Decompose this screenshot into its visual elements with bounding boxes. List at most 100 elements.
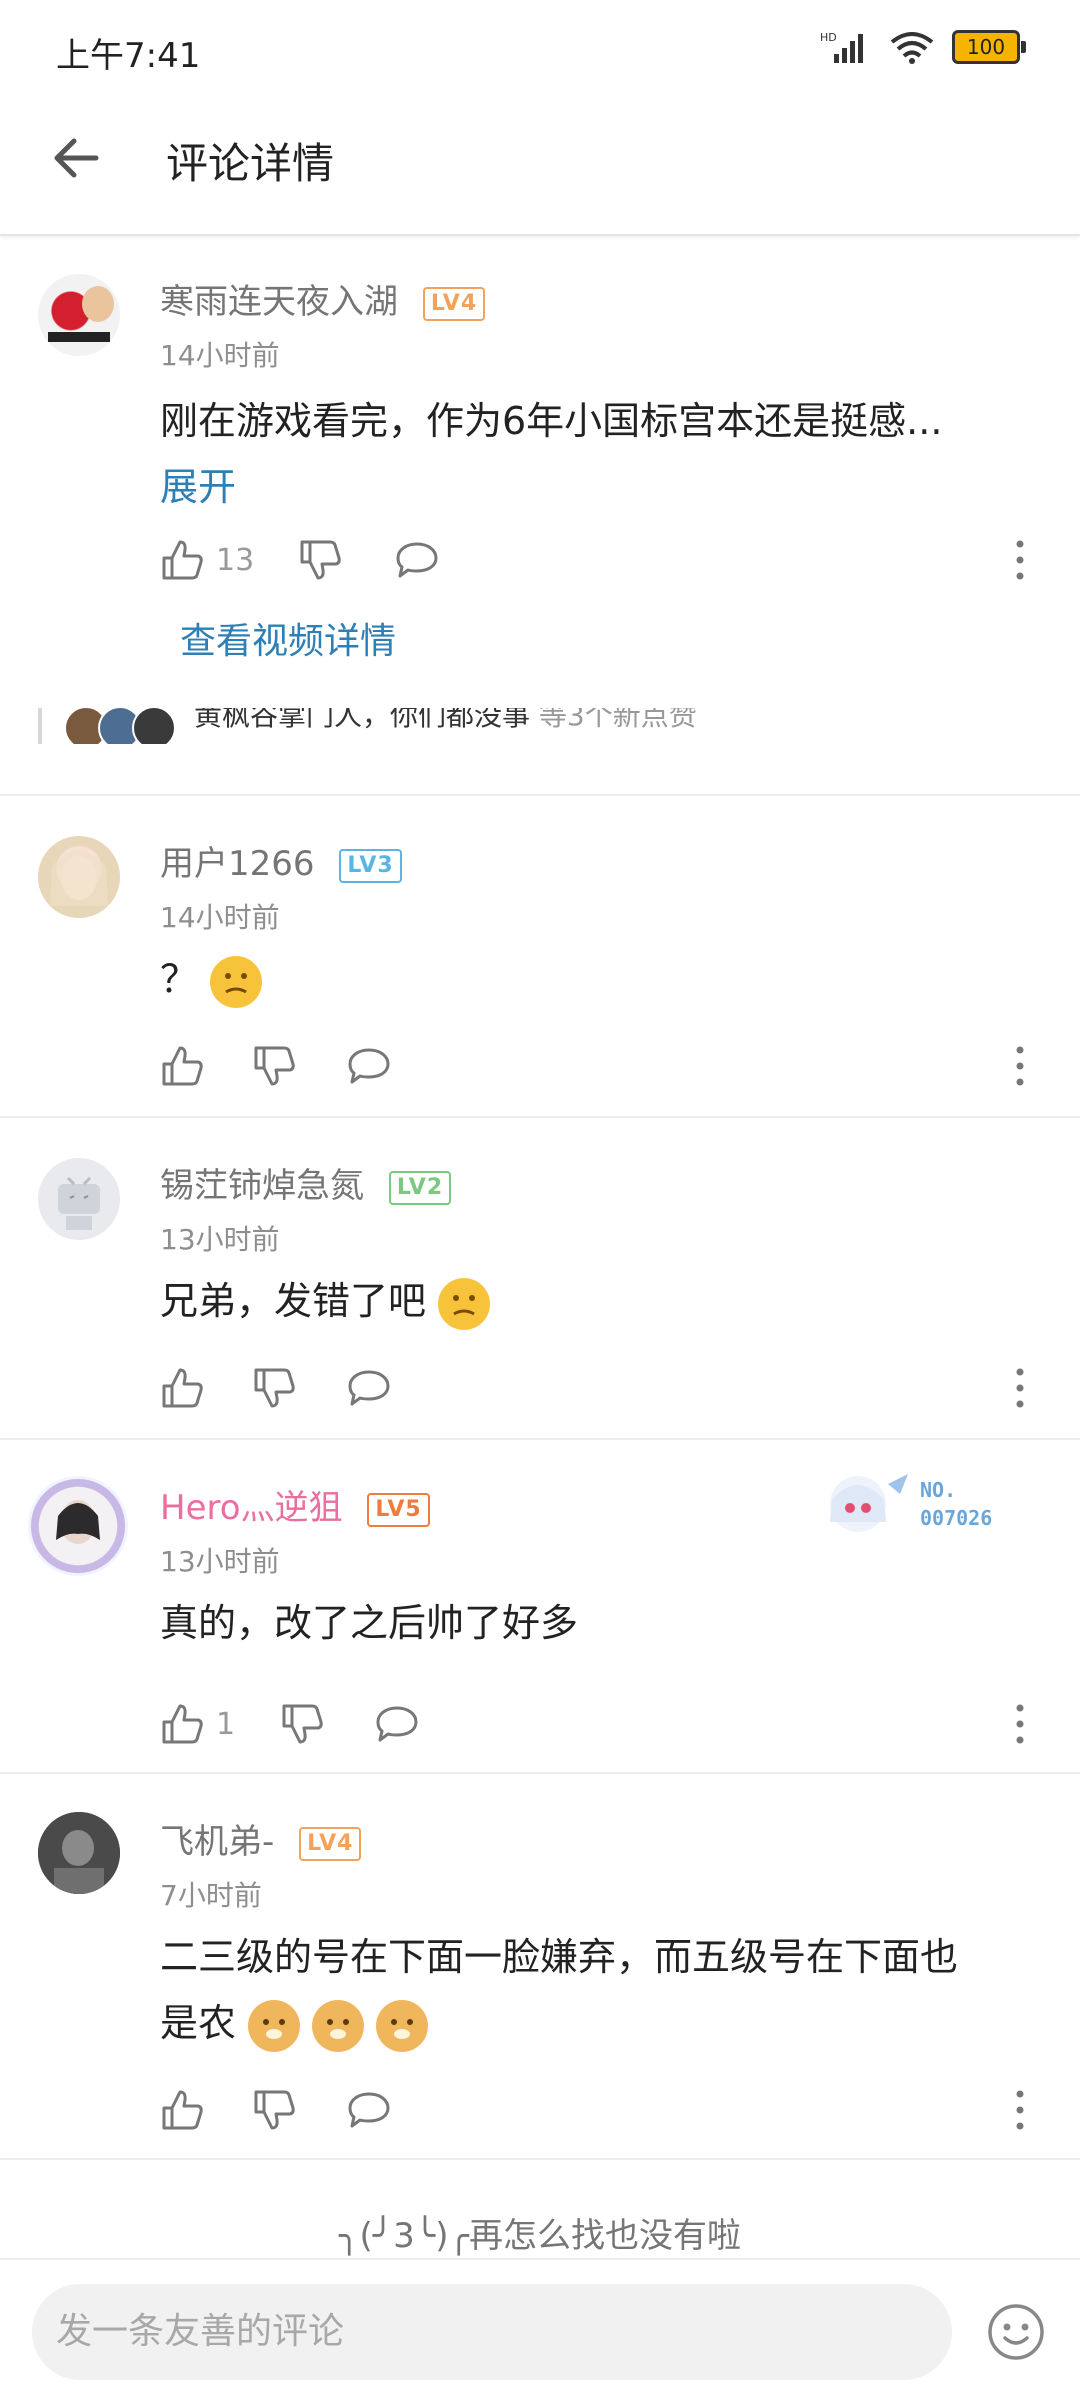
comment-text: 二三级的号在下面一脸嫌弃，而五级号在下面也 是农 bbox=[160, 1924, 1020, 2056]
comment-input-bar: 发一条友善的评论 bbox=[0, 2258, 1080, 2402]
reply-summary[interactable]: 黄枫谷掌门人，你们都没事 等3个新点赞 bbox=[38, 708, 1038, 744]
avatar-image bbox=[50, 851, 108, 906]
signal-icon: HD bbox=[820, 31, 863, 63]
thumbs-down-icon bbox=[300, 540, 341, 580]
thumbs-down-icon bbox=[254, 1368, 295, 1408]
thumbs-up-icon bbox=[162, 540, 203, 580]
reply-button[interactable] bbox=[346, 2080, 392, 2140]
back-button[interactable] bbox=[46, 128, 106, 188]
comment-text: 真的，改了之后帅了好多 bbox=[160, 1601, 579, 1645]
avatar-image bbox=[48, 286, 114, 342]
more-options-button[interactable] bbox=[1000, 2088, 1040, 2132]
reply-button[interactable] bbox=[346, 1036, 392, 1096]
comment-text: ？ bbox=[160, 946, 1020, 1012]
page-title: 评论详情 bbox=[166, 139, 335, 188]
mini-avatar bbox=[132, 708, 176, 744]
like-button[interactable]: 1 bbox=[160, 1694, 235, 1754]
comment-bubble-icon bbox=[396, 542, 438, 578]
username[interactable]: 锡茳铈焯急氮 LV2 bbox=[160, 1158, 452, 1207]
username-text[interactable]: Hero灬逆狙 bbox=[160, 1488, 343, 1528]
dislike-button[interactable] bbox=[280, 1694, 324, 1754]
fan-badge-no: NO. bbox=[920, 1478, 957, 1502]
like-button[interactable] bbox=[160, 2080, 204, 2140]
dislike-button[interactable] bbox=[252, 1358, 296, 1418]
doge-emoji bbox=[248, 1999, 301, 2052]
battery-indicator: 100 bbox=[952, 30, 1026, 64]
comment-body: 兄弟，发错了吧 bbox=[160, 1279, 427, 1323]
comment-body: ？ bbox=[160, 957, 199, 1001]
comment-bubble-icon bbox=[348, 1048, 390, 1084]
comment-input[interactable]: 发一条友善的评论 bbox=[32, 2284, 952, 2380]
top-bar: 评论详情 bbox=[0, 100, 1080, 236]
doge-emoji bbox=[376, 1999, 429, 2052]
expand-link[interactable]: 展开 bbox=[160, 465, 236, 509]
level-badge: LV4 bbox=[299, 1826, 362, 1861]
more-vertical-icon bbox=[1016, 540, 1024, 580]
emoji-button[interactable] bbox=[984, 2300, 1048, 2364]
comment-actions bbox=[160, 1358, 1040, 1418]
thumbs-down-icon bbox=[254, 2090, 295, 2130]
dislike-button[interactable] bbox=[252, 2080, 296, 2140]
thumbs-down-icon bbox=[282, 1704, 323, 1744]
avatar[interactable] bbox=[38, 836, 120, 918]
comment-body-line2: 是农 bbox=[160, 2001, 237, 2045]
reply-button[interactable] bbox=[394, 530, 440, 590]
avatar-image bbox=[56, 1500, 100, 1544]
reply-button[interactable] bbox=[346, 1358, 392, 1418]
fan-badge-number: 007026 bbox=[920, 1506, 993, 1530]
more-options-button[interactable] bbox=[1000, 538, 1040, 582]
reply-button[interactable] bbox=[374, 1694, 420, 1754]
divider bbox=[0, 2158, 1080, 2160]
avatar[interactable] bbox=[38, 274, 120, 356]
fan-badge-character-icon bbox=[830, 1474, 908, 1532]
dislike-button[interactable] bbox=[298, 530, 342, 590]
more-options-button[interactable] bbox=[1000, 1044, 1040, 1088]
username-text[interactable]: 用户1266 bbox=[160, 844, 315, 884]
thumbs-up-icon bbox=[162, 1704, 203, 1744]
dislike-button[interactable] bbox=[252, 1036, 296, 1096]
comment-time: 7小时前 bbox=[160, 1879, 262, 1912]
username-text[interactable]: 锡茳铈焯急氮 bbox=[160, 1166, 364, 1206]
wifi-icon bbox=[890, 32, 934, 64]
reply-indicator bbox=[38, 708, 42, 744]
username[interactable]: 用户1266 LV3 bbox=[160, 836, 402, 885]
thinking-emoji bbox=[210, 955, 263, 1008]
avatar[interactable] bbox=[38, 1158, 120, 1240]
comment-text: 刚在游戏看完，作为6年小国标宫本还是挺感... 展开 bbox=[160, 388, 1020, 520]
comment-bubble-icon bbox=[376, 1706, 418, 1742]
avatar[interactable] bbox=[38, 1812, 120, 1894]
thinking-emoji bbox=[438, 1277, 491, 1330]
status-icons: HD 100 bbox=[820, 30, 1026, 64]
username-text[interactable]: 寒雨连天夜入湖 bbox=[160, 282, 398, 322]
reply-summary-text: 黄枫谷掌门人，你们都没事 等3个新点赞 bbox=[194, 708, 697, 734]
like-button[interactable] bbox=[160, 1358, 204, 1418]
avatar[interactable] bbox=[28, 1476, 128, 1576]
comment-time: 13小时前 bbox=[160, 1545, 280, 1578]
more-vertical-icon bbox=[1016, 2090, 1024, 2130]
level-badge: LV2 bbox=[388, 1170, 452, 1205]
comment-time: 13小时前 bbox=[160, 1223, 280, 1256]
comment-item: 用户1266 LV3 14小时前 ？ bbox=[0, 796, 1080, 1116]
thumbs-down-icon bbox=[254, 1046, 295, 1086]
username-text[interactable]: 飞机弟- bbox=[160, 1822, 274, 1862]
comment-actions: 13 bbox=[160, 530, 1040, 590]
username[interactable]: Hero灬逆狙 LV5 bbox=[160, 1480, 430, 1529]
comment-item: 锡茳铈焯急氮 LV2 13小时前 兄弟，发错了吧 bbox=[0, 1118, 1080, 1438]
username[interactable]: 寒雨连天夜入湖 LV4 bbox=[160, 274, 486, 323]
view-video-link[interactable]: 查看视频详情 bbox=[180, 612, 396, 664]
comment-text: 兄弟，发错了吧 bbox=[160, 1268, 1020, 1334]
comment-bubble-icon bbox=[348, 1370, 390, 1406]
username[interactable]: 飞机弟- LV4 bbox=[160, 1814, 362, 1863]
comment-actions bbox=[160, 1036, 1040, 1096]
like-button[interactable] bbox=[160, 1036, 204, 1096]
more-options-button[interactable] bbox=[1000, 1702, 1040, 1746]
thumbs-up-icon bbox=[162, 1368, 203, 1408]
more-options-button[interactable] bbox=[1000, 1366, 1040, 1410]
default-avatar-icon bbox=[58, 1176, 100, 1230]
main-comment: 寒雨连天夜入湖 LV4 14小时前 刚在游戏看完，作为6年小国标宫本还是挺感..… bbox=[0, 234, 1080, 704]
like-button[interactable]: 13 bbox=[160, 530, 254, 590]
more-vertical-icon bbox=[1016, 1368, 1024, 1408]
comment-body-line1: 二三级的号在下面一脸嫌弃，而五级号在下面也 bbox=[160, 1935, 959, 1979]
like-count: 1 bbox=[216, 1706, 236, 1742]
fan-badge[interactable]: NO. 007026 bbox=[808, 1464, 1028, 1544]
